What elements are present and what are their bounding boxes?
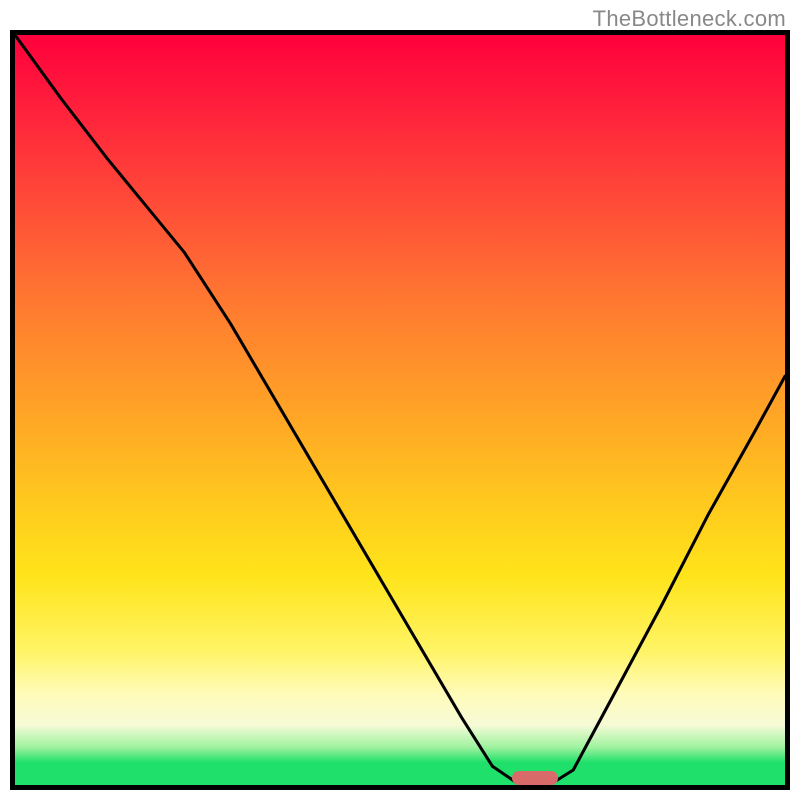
optimal-point-marker (512, 771, 558, 785)
watermark-text: TheBottleneck.com (593, 6, 786, 32)
chart-background-gradient (15, 35, 785, 785)
chart-frame (10, 30, 790, 790)
